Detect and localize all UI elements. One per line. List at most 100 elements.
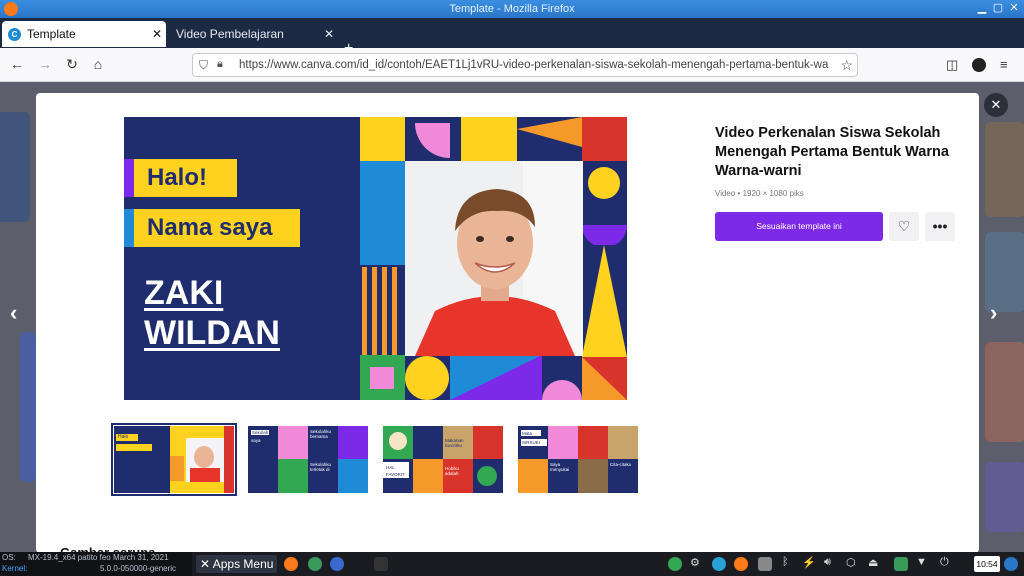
bg-thumb [985,342,1024,442]
shape [461,117,517,161]
thumb-text: SIRSUKI [522,440,541,445]
tab-close-icon[interactable]: ✕ [320,27,338,41]
student-photo [405,161,583,356]
apps-menu-label: Apps Menu [212,557,274,571]
customize-template-button[interactable]: Sesuaikan template ini [715,212,883,241]
bluetooth-icon[interactable]: ᛒ [782,556,789,568]
thumb-text: Sekolahku terletak di [310,462,332,472]
tab-video-pembelajaran[interactable]: Video Pembelajaran ✕ [168,21,338,47]
shape [582,117,627,161]
minimize-icon[interactable]: ▁ [976,1,988,15]
tab-close-icon[interactable]: ✕ [148,27,166,41]
tray-app-icon[interactable]: ⚙ [690,556,700,569]
greeting-text: Halo! [147,164,207,191]
eject-icon[interactable]: ⏏ [868,556,878,569]
os-label: OS: [2,553,16,562]
thumb-text: Sekolahku bernama [310,429,332,439]
shape [360,117,405,161]
intro-box: Nama saya [124,209,300,247]
heart-icon[interactable]: ♡ [889,212,919,241]
telegram-icon[interactable] [712,557,726,571]
tab-label: Video Pembelajaran [176,27,284,41]
home-icon[interactable]: ⌂ [89,56,107,72]
next-arrow-icon[interactable]: › [990,300,997,326]
forward-icon[interactable]: → [36,56,54,72]
template-title: Video Perkenalan Siswa Sekolah Menengah … [715,125,949,179]
more-icon[interactable]: ••• [925,212,955,241]
modal-close-icon[interactable]: ✕ [984,93,1008,117]
canva-favicon-icon: C [8,27,21,41]
maximize-icon[interactable]: ▢ [992,1,1004,15]
shield-icon[interactable]: ⛉ [199,58,208,73]
thumbnail-4[interactable]: Mata SIRSUKI Saya menyukai Cita-citaku [518,426,638,493]
name-line-1: ZAKI [144,274,224,312]
bg-thumb [985,122,1024,217]
shape [405,356,449,400]
app-launcher-icon[interactable] [330,557,344,571]
thumb-text: saya [251,438,261,443]
clock[interactable]: 10:54 [974,556,1000,572]
volume-icon[interactable]: 🔊︎ [824,556,831,569]
bg-thumb [985,462,1024,532]
os-value: MX-19.4_x64 patito feo March 31, 2021 [28,553,169,562]
thumbnail-3[interactable]: HAL FAVORIT Hobiku adalah Makanan favori… [383,426,503,493]
system-info: OS: MX-19.4_x64 patito feo March 31, 202… [0,552,192,576]
kernel-value: 5.0.0-050000-generic [100,564,177,573]
accent-bar [124,209,134,247]
intro-text: Nama saya [147,214,273,241]
app-launcher-icon[interactable] [308,557,322,571]
bg-thumb [20,332,36,482]
window-titlebar: Template - Mozilla Firefox ▁ ▢ ✕ [0,0,1024,18]
tab-template[interactable]: C Template ✕ [2,21,166,47]
thumb-text: Cita-citaku [610,462,632,467]
window-controls: ▁ ▢ ✕ [976,1,1020,15]
thumb-text: HAL [386,465,395,470]
greeting-box: Halo! [124,159,237,197]
menu-icon[interactable]: ≡ [1000,57,1008,72]
shape [588,167,620,199]
template-meta: Video • 1920 × 1080 piks [715,189,804,198]
reload-icon[interactable]: ↻ [63,56,81,73]
firefox-tray-icon[interactable] [734,557,748,571]
prev-arrow-icon[interactable]: ‹ [10,300,17,326]
navigation-bar: ← → ↻ ⌂ ⛉ 🔒︎ https://www.canva.com/id_id… [0,48,1024,82]
terminal-icon[interactable] [374,557,388,571]
pocket-icon[interactable]: ◫ [946,57,958,73]
student-illustration [405,161,583,356]
wifi-icon[interactable]: ▼ [916,556,927,568]
bg-thumb [0,112,30,222]
bookmark-star-icon[interactable]: ☆ [840,57,853,74]
url-text[interactable]: https://www.canva.com/id_id/contoh/EAET1… [239,59,833,71]
mx-logo-icon: ✕ [200,557,213,571]
firefox-launcher-icon[interactable] [284,557,298,571]
address-bar[interactable]: ⛉ 🔒︎ https://www.canva.com/id_id/contoh/… [192,53,858,77]
files-icon[interactable] [758,557,772,571]
lock-icon[interactable]: 🔒︎ [217,58,223,71]
thumb-text: Makanan favoritku [445,438,464,448]
thumb-text: FAVORIT [386,472,405,477]
window-title: Template - Mozilla Firefox [449,3,575,15]
kernel-label: Kernel: [2,564,28,573]
package-icon[interactable]: ⬡ [846,556,856,569]
close-window-icon[interactable]: ✕ [1008,1,1020,15]
thumbnail-1[interactable]: Halo [111,423,237,496]
power-icon[interactable]: ⏻ [940,556,949,569]
battery-icon[interactable] [894,557,908,571]
apps-menu-button[interactable]: ✕ Apps Menu [196,555,278,573]
shape [370,367,394,389]
name-line-2: WILDAN [144,314,280,352]
account-icon[interactable] [972,58,986,72]
thumb-text: Mata [522,431,533,436]
tray-app-icon[interactable] [668,557,682,571]
back-icon[interactable]: ← [8,56,26,72]
tab-bar: C Template ✕ Video Pembelajaran ✕ + [0,18,1024,57]
user-icon[interactable] [1004,557,1018,571]
thumb-text: Halo [118,434,129,440]
thumb-text: Sekolah [251,430,270,435]
thumbnail-2[interactable]: Sekolah saya Sekolahku bernama Sekolahku… [248,426,368,493]
network-tray-icon[interactable]: ⚡ [802,556,816,569]
thumb-text: Saya menyukai [550,462,570,472]
accent-bar [124,159,134,197]
thumb-text: Hobiku adalah [445,466,460,476]
taskbar: OS: MX-19.4_x64 patito feo March 31, 202… [0,552,1024,576]
